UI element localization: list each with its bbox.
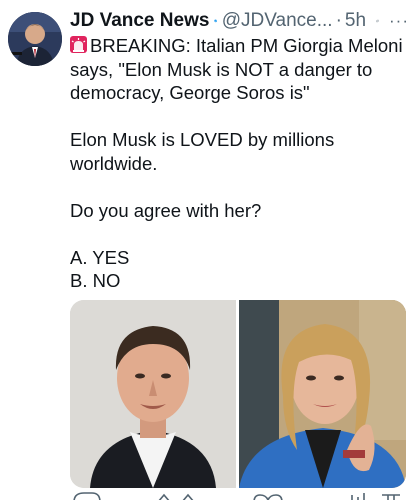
tweet-text: BREAKING: Italian PM Giorgia Meloni says… [70, 34, 406, 293]
text-line-6: ​ [70, 175, 406, 199]
option-b: B. NO [70, 270, 121, 291]
woman-portrait-image [239, 300, 406, 488]
separator-dot: · [335, 10, 342, 31]
man-portrait-image [70, 300, 236, 488]
photo-left[interactable] [70, 300, 236, 488]
text-line-4: Elon Musk is LOVED by millions [70, 129, 335, 150]
text-line-0: BREAKING: Italian PM Giorgia Meloni [90, 35, 403, 56]
police-light-emoji-icon [70, 36, 87, 53]
author-name[interactable]: JD Vance News [70, 10, 209, 32]
action-icons-partial [73, 492, 400, 500]
more-options-icon[interactable]: ··· [389, 11, 409, 31]
author-handle[interactable]: @JDVance... [222, 10, 333, 32]
text-line-2: democracy, George Soros is" [70, 82, 310, 103]
photo-right[interactable] [239, 300, 406, 488]
grok-icon[interactable] [376, 13, 379, 29]
text-line-7: Do you agree with her? [70, 199, 262, 221]
verified-badge-icon [214, 19, 218, 23]
text-line-3: ​ [70, 105, 406, 129]
action-bar [70, 489, 406, 500]
timestamp[interactable]: 5h [345, 10, 366, 32]
author-avatar[interactable] [8, 12, 62, 66]
option-a: A. YES [70, 246, 130, 268]
tweet[interactable]: JD Vance News @JDVance... · 5h ··· BREAK… [0, 0, 413, 500]
text-line-8: ​ [70, 222, 406, 246]
avatar-image [8, 12, 62, 66]
text-line-5: worldwide. [70, 152, 158, 174]
text-line-1: says, "Elon Musk is NOT a danger to [70, 58, 373, 80]
tweet-media[interactable] [70, 300, 406, 488]
tweet-header: JD Vance News @JDVance... · 5h ··· [70, 8, 409, 34]
text-line: BREAKING: Italian PM Giorgia Meloni [70, 34, 406, 58]
